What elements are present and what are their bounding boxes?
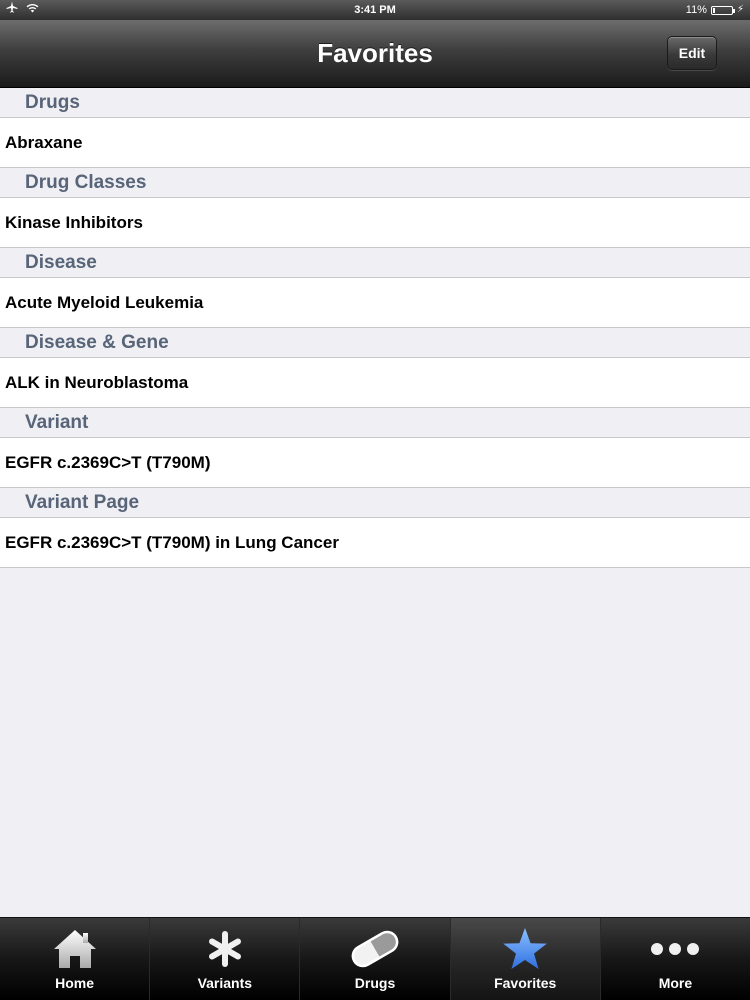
status-bar: 3:41 PM 11% ⚡: [0, 0, 750, 20]
tab-label: Home: [55, 975, 95, 991]
tab-variants[interactable]: Variants: [149, 918, 299, 1000]
list-item[interactable]: Abraxane: [0, 118, 750, 168]
pill-icon: [300, 926, 449, 972]
edit-button[interactable]: Edit: [667, 36, 717, 70]
asterisk-icon: [150, 926, 299, 972]
list-item[interactable]: EGFR c.2369C>T (T790M): [0, 438, 750, 488]
section-header: Disease: [0, 248, 750, 278]
tab-drugs[interactable]: Drugs: [299, 918, 449, 1000]
list-item[interactable]: ALK in Neuroblastoma: [0, 358, 750, 408]
section-variant: Variant EGFR c.2369C>T (T790M): [0, 408, 750, 488]
section-header: Variant Page: [0, 488, 750, 518]
section-header: Variant: [0, 408, 750, 438]
section-header: Disease & Gene: [0, 328, 750, 358]
tab-bar: Home Variants Drugs Favorites More: [0, 917, 750, 1000]
home-icon: [0, 926, 149, 972]
favorites-list: Drugs Abraxane Drug Classes Kinase Inhib…: [0, 88, 750, 568]
tab-more[interactable]: More: [599, 918, 750, 1000]
section-header: Drugs: [0, 88, 750, 118]
star-icon: [451, 926, 600, 972]
section-variant-page: Variant Page EGFR c.2369C>T (T790M) in L…: [0, 488, 750, 568]
navigation-bar: Favorites Edit: [0, 20, 750, 88]
battery-icon: [710, 5, 735, 15]
section-disease: Disease Acute Myeloid Leukemia: [0, 248, 750, 328]
status-time: 3:41 PM: [354, 4, 396, 16]
section-header: Drug Classes: [0, 168, 750, 198]
page-title: Favorites: [317, 38, 433, 68]
list-item[interactable]: Acute Myeloid Leukemia: [0, 278, 750, 328]
charging-bolt-icon: ⚡: [736, 4, 744, 15]
list-item[interactable]: EGFR c.2369C>T (T790M) in Lung Cancer: [0, 518, 750, 568]
section-drug-classes: Drug Classes Kinase Inhibitors: [0, 168, 750, 248]
tab-label: Favorites: [494, 975, 557, 991]
status-right-icons: 11% ⚡: [686, 0, 744, 20]
tab-favorites[interactable]: Favorites: [449, 918, 600, 1000]
more-icon: [601, 926, 750, 972]
tab-home[interactable]: Home: [0, 918, 149, 1000]
tab-label: Variants: [197, 975, 253, 991]
section-disease-gene: Disease & Gene ALK in Neuroblastoma: [0, 328, 750, 408]
section-drugs: Drugs Abraxane: [0, 88, 750, 168]
battery-percent: 11%: [685, 4, 707, 16]
tab-label: More: [658, 975, 693, 991]
battery-level-fill: [712, 7, 715, 13]
tab-label: Drugs: [354, 975, 396, 991]
list-item[interactable]: Kinase Inhibitors: [0, 198, 750, 248]
